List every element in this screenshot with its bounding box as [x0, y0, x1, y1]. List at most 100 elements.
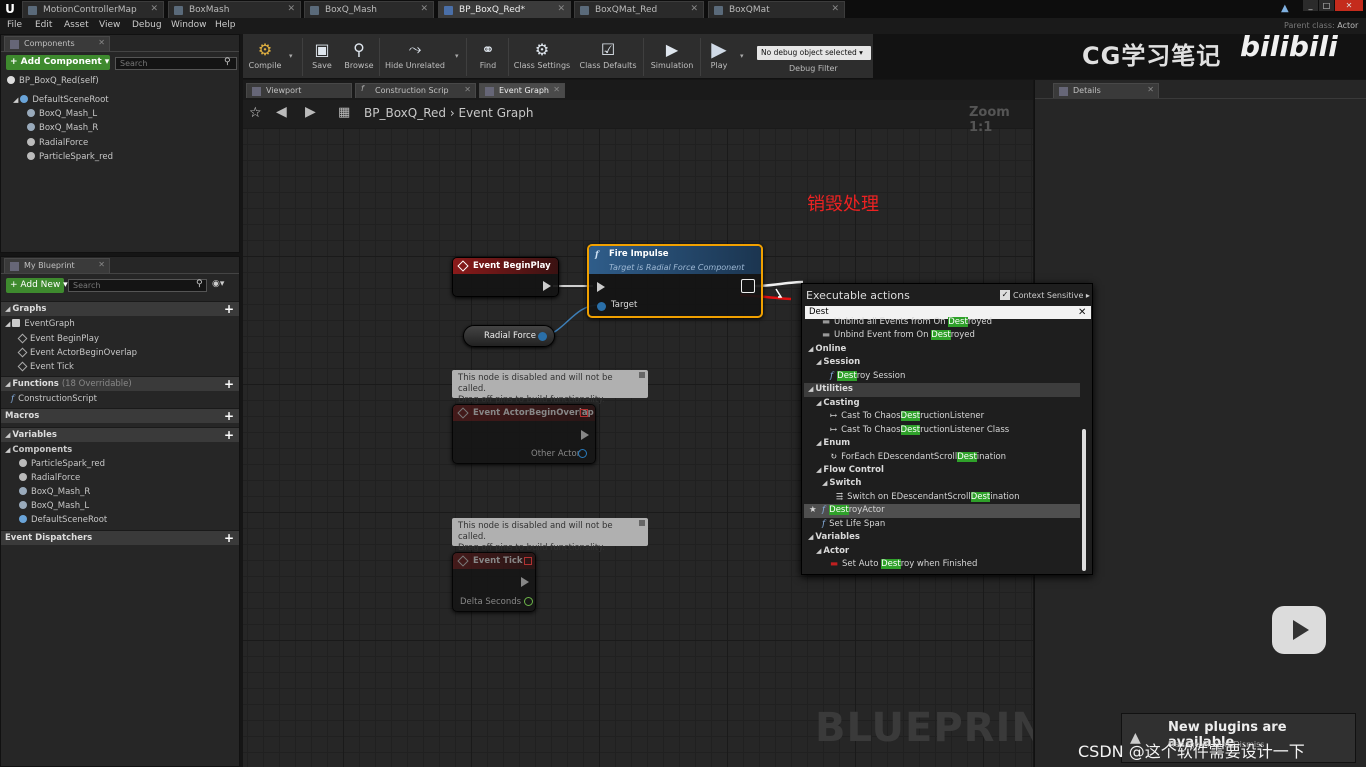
favorite-icon[interactable]: ☆ [249, 105, 262, 121]
close-icon[interactable]: ✕ [690, 4, 698, 14]
event-dispatchers-section[interactable]: Event Dispatchers + [1, 530, 239, 545]
pin-icon[interactable] [639, 372, 645, 378]
expand-icon[interactable]: ◢ [808, 385, 813, 393]
compile-options-icon[interactable]: ▾ [289, 52, 293, 60]
action-row[interactable]: ◢ Switch [804, 477, 1080, 491]
menu-debug[interactable]: Debug [132, 20, 162, 30]
component-boxq-mash-l[interactable]: BoxQ_Mash_L [27, 109, 97, 119]
functions-section[interactable]: ◢ Functions (18 Overridable) + [1, 376, 239, 391]
construction-script-item[interactable]: f ConstructionScript [11, 394, 97, 404]
component-radialforce[interactable]: RadialForce [27, 138, 88, 148]
tab-motioncontrollermap[interactable]: MotionControllerMap ✕ [22, 1, 164, 18]
exec-out-pin[interactable] [741, 279, 755, 293]
tab-bp-boxq-red[interactable]: BP_BoxQ_Red* ✕ [438, 1, 571, 18]
action-row[interactable]: ◢ Variables [804, 531, 1080, 545]
close-icon[interactable]: ✕ [831, 4, 839, 14]
context-sensitive-checkbox[interactable]: ✓ [1000, 290, 1010, 300]
menu-help[interactable]: Help [215, 20, 236, 30]
macros-section[interactable]: Macros + [1, 408, 239, 423]
menu-view[interactable]: View [99, 20, 120, 30]
eye-icon[interactable]: ◉▾ [212, 279, 224, 289]
tab-components[interactable]: Components ✕ [4, 36, 110, 51]
tab-my-blueprint[interactable]: My Blueprint ✕ [4, 258, 110, 273]
tab-boxqmat[interactable]: BoxQMat ✕ [708, 1, 845, 18]
var-radialforce[interactable]: RadialForce [19, 473, 80, 483]
add-icon[interactable]: + [224, 377, 234, 391]
fire-impulse-node[interactable]: f Fire Impulse Target is Radial Force Co… [587, 244, 763, 318]
hide-unrelated-button[interactable]: ⤳ Hide Unrelated [383, 37, 447, 77]
event-actorbeginoverlap-node[interactable]: Event ActorBeginOverlap Other Actor [452, 404, 596, 464]
close-icon[interactable]: ✕ [98, 38, 105, 47]
expand-icon[interactable]: ◢ [808, 533, 813, 541]
expand-icon[interactable]: ◢ [816, 547, 821, 555]
action-row[interactable]: ▬ Unbind Event from On Destroyed [804, 329, 1080, 343]
action-row[interactable]: ◢ Actor [804, 545, 1080, 559]
search-icon[interactable]: ⚲ [196, 279, 203, 289]
graphs-section[interactable]: ◢ Graphs + [1, 301, 239, 316]
expand-icon[interactable]: ◢ [808, 345, 813, 353]
tab-event-graph[interactable]: Event Graph ✕ [479, 83, 565, 98]
blueprint-search-input[interactable]: Search [68, 279, 207, 292]
tab-boxmash[interactable]: BoxMash ✕ [168, 1, 301, 18]
delta-seconds-pin[interactable] [524, 597, 533, 606]
components-category[interactable]: ◢ Components [5, 445, 72, 455]
maximize-icon[interactable]: □ [1319, 0, 1334, 11]
action-row[interactable]: ↦ Cast To ChaosDestructionListener [804, 410, 1080, 424]
tab-details[interactable]: Details ✕ [1053, 83, 1159, 98]
action-row[interactable]: ◢ Online [804, 343, 1080, 357]
action-row[interactable]: ⇶ Switch on EDescendantScrollDestination [804, 491, 1080, 505]
hide-options-icon[interactable]: ▾ [455, 52, 459, 60]
class-defaults-button[interactable]: ☑ Class Defaults [577, 37, 639, 77]
add-icon[interactable]: + [224, 302, 234, 316]
menu-asset[interactable]: Asset [64, 20, 89, 30]
notification-icon[interactable]: ▲ [1281, 3, 1289, 14]
var-boxq-mash-r[interactable]: BoxQ_Mash_R [19, 487, 90, 497]
other-actor-pin[interactable] [578, 449, 587, 458]
action-row[interactable]: f Set Life Span [804, 518, 1080, 532]
close-icon[interactable]: ✕ [98, 260, 105, 269]
output-pin[interactable] [538, 332, 547, 341]
expand-icon[interactable]: ◢ [816, 399, 821, 407]
tab-boxqmat-red[interactable]: BoxQMat_Red ✕ [574, 1, 704, 18]
expand-icon[interactable]: ◢ [5, 305, 10, 313]
close-window-icon[interactable]: ✕ [1335, 0, 1363, 11]
close-icon[interactable]: ✕ [150, 4, 158, 14]
simulation-button[interactable]: ▶ Simulation [647, 37, 697, 77]
delegate-pin[interactable] [524, 557, 532, 565]
event-tick-node[interactable]: Event Tick Delta Seconds [452, 552, 536, 612]
debug-object-select[interactable]: No debug object selected ▾ [757, 46, 871, 60]
close-icon[interactable]: ✕ [287, 4, 295, 14]
class-settings-button[interactable]: ⚙ Class Settings [511, 37, 573, 77]
action-row[interactable]: ★ f DestroyActor [804, 504, 1080, 518]
action-row[interactable]: ↦ Cast To ChaosDestructionListener Class [804, 424, 1080, 438]
add-icon[interactable]: + [224, 428, 234, 442]
save-button[interactable]: ▣ Save [305, 37, 339, 77]
delegate-pin[interactable] [580, 409, 588, 417]
minimize-icon[interactable]: _ [1303, 0, 1318, 11]
forward-icon[interactable]: ▶ [305, 104, 316, 120]
component-defaultsceneroot[interactable]: ◢ DefaultSceneRoot [13, 95, 109, 105]
play-options-icon[interactable]: ▾ [740, 52, 744, 60]
expand-icon[interactable]: ◢ [5, 380, 10, 388]
event-actorbeginoverlap-item[interactable]: Event ActorBeginOverlap [17, 347, 137, 358]
action-row[interactable]: ◢ Flow Control [804, 464, 1080, 478]
add-new-button[interactable]: + Add New ▾ [6, 278, 68, 293]
expand-icon[interactable]: ◢ [5, 446, 10, 454]
expand-icon[interactable]: ◢ [816, 439, 821, 447]
back-icon[interactable]: ◀ [276, 104, 287, 120]
close-icon[interactable]: ✕ [420, 4, 428, 14]
add-icon[interactable]: + [224, 409, 234, 423]
menu-window[interactable]: Window [171, 20, 207, 30]
expand-icon[interactable]: ◢ [5, 431, 10, 439]
breadcrumb-blueprint[interactable]: BP_BoxQ_Red [364, 106, 446, 120]
play-button[interactable]: ▶ Play [703, 37, 735, 77]
tab-boxq-mash[interactable]: BoxQ_Mash ✕ [304, 1, 434, 18]
expand-icon[interactable]: ◢ [816, 358, 821, 366]
favorite-star-icon[interactable]: ★ [809, 504, 817, 518]
exec-out-pin[interactable] [581, 430, 589, 440]
expand-icon[interactable]: ◢ [822, 479, 827, 487]
event-beginplay-item[interactable]: Event BeginPlay [17, 333, 99, 344]
event-graph-item[interactable]: ◢ EventGraph [5, 319, 75, 329]
search-icon[interactable]: ⚲ [224, 57, 231, 67]
self-component[interactable]: BP_BoxQ_Red(self) [7, 76, 99, 86]
